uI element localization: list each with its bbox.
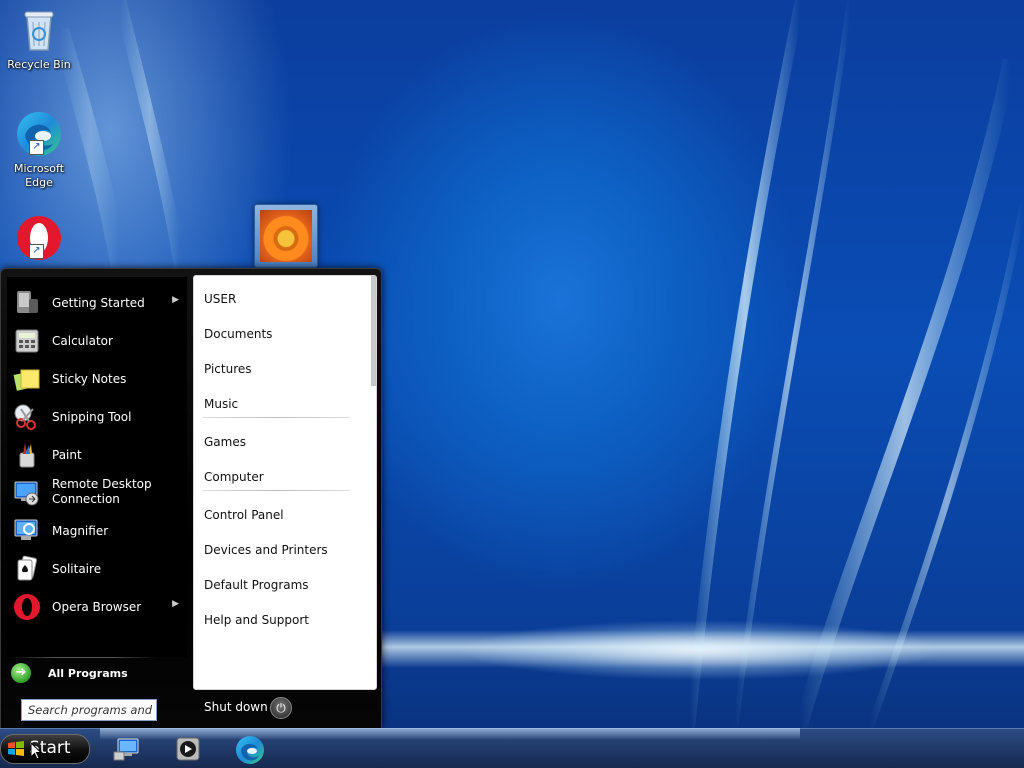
program-calculator[interactable]: Calculator <box>7 323 187 359</box>
paint-icon <box>13 441 41 469</box>
magnifier-icon <box>13 517 41 545</box>
start-menu: Getting Started ▶ Calculator Sticky Note… <box>0 268 382 729</box>
start-menu-places-pane: USER Documents Pictures Music Games Comp… <box>193 275 377 690</box>
submenu-arrow-icon: ▶ <box>172 295 179 305</box>
flower-picture <box>260 210 312 262</box>
arrow-right-icon: ➜ <box>11 663 31 683</box>
program-label: Remote Desktop Connection <box>52 477 152 507</box>
calculator-icon <box>13 327 41 355</box>
shutdown-label[interactable]: Shut down <box>204 700 268 714</box>
divider <box>11 657 156 658</box>
program-label: Sticky Notes <box>52 372 127 386</box>
snipping-tool-icon <box>13 403 41 431</box>
place-computer[interactable]: Computer <box>204 466 364 488</box>
power-icon[interactable]: ⏻ <box>270 697 292 719</box>
all-programs-label: All Programs <box>48 667 128 680</box>
place-user[interactable]: USER <box>204 288 364 310</box>
desktop-icon-label: Microsoft Edge <box>13 162 65 189</box>
place-devices-and-printers[interactable]: Devices and Printers <box>204 539 364 561</box>
network-computer-icon <box>113 738 139 761</box>
taskbar-network-computer[interactable] <box>112 734 146 764</box>
start-menu-programs-pane: Getting Started ▶ Calculator Sticky Note… <box>7 277 187 657</box>
program-label: Solitaire <box>52 562 102 576</box>
place-help-and-support[interactable]: Help and Support <box>204 609 364 631</box>
program-label: Paint <box>52 448 82 462</box>
start-button[interactable]: Start <box>0 734 90 764</box>
program-solitaire[interactable]: Solitaire <box>7 551 187 587</box>
mouse-cursor-icon <box>30 742 42 760</box>
program-opera-browser[interactable]: Opera Browser ▶ <box>7 589 187 625</box>
program-magnifier[interactable]: Magnifier <box>7 513 187 549</box>
shortcut-arrow-icon: ↗ <box>29 140 44 155</box>
divider <box>202 417 350 418</box>
media-player-icon <box>176 737 200 761</box>
program-snipping-tool[interactable]: Snipping Tool <box>7 399 187 435</box>
recycle-bin-icon <box>1 6 77 56</box>
place-control-panel[interactable]: Control Panel <box>204 504 364 526</box>
program-remote-desktop[interactable]: Remote Desktop Connection <box>7 475 187 511</box>
program-label-line1: Remote Desktop <box>52 477 152 491</box>
program-label: Snipping Tool <box>52 410 132 424</box>
all-programs-button[interactable]: ➜ All Programs <box>11 661 161 685</box>
desktop-icon-edge[interactable]: ↗ Microsoft Edge <box>1 110 77 190</box>
place-default-programs[interactable]: Default Programs <box>204 574 364 596</box>
program-label: Calculator <box>52 334 113 348</box>
desktop-icon-opera[interactable]: ↗ <box>1 214 77 264</box>
sticky-notes-icon <box>13 365 41 393</box>
taskbar-media-player[interactable] <box>172 734 206 764</box>
edge-icon <box>236 736 264 764</box>
program-paint[interactable]: Paint <box>7 437 187 473</box>
submenu-arrow-icon: ▶ <box>172 599 179 609</box>
opera-icon <box>13 593 41 621</box>
divider <box>202 490 350 491</box>
program-label: Getting Started <box>52 296 145 310</box>
program-label: Magnifier <box>52 524 109 538</box>
program-getting-started[interactable]: Getting Started ▶ <box>7 285 187 321</box>
place-pictures[interactable]: Pictures <box>204 358 364 380</box>
edge-icon: ↗ <box>15 110 63 160</box>
program-sticky-notes[interactable]: Sticky Notes <box>7 361 187 397</box>
windows-logo-icon <box>7 740 25 758</box>
taskbar-edge[interactable] <box>233 734 267 764</box>
getting-started-icon <box>13 289 41 317</box>
opera-icon: ↗ <box>15 214 63 262</box>
shortcut-arrow-icon: ↗ <box>29 244 44 259</box>
place-music[interactable]: Music <box>204 393 364 415</box>
user-account-picture[interactable] <box>254 204 318 268</box>
desktop-icon-label: Recycle Bin <box>7 58 71 71</box>
places-scrollbar[interactable] <box>371 276 376 386</box>
place-games[interactable]: Games <box>204 431 364 453</box>
desktop-icon-recycle-bin[interactable]: Recycle Bin <box>1 6 77 72</box>
program-label-line2: Connection <box>52 492 120 506</box>
solitaire-icon <box>13 555 41 583</box>
remote-desktop-icon <box>13 479 41 507</box>
program-label: Opera Browser <box>52 600 142 614</box>
place-documents[interactable]: Documents <box>204 323 364 345</box>
start-search-input[interactable]: Search programs and fi... <box>21 699 157 721</box>
